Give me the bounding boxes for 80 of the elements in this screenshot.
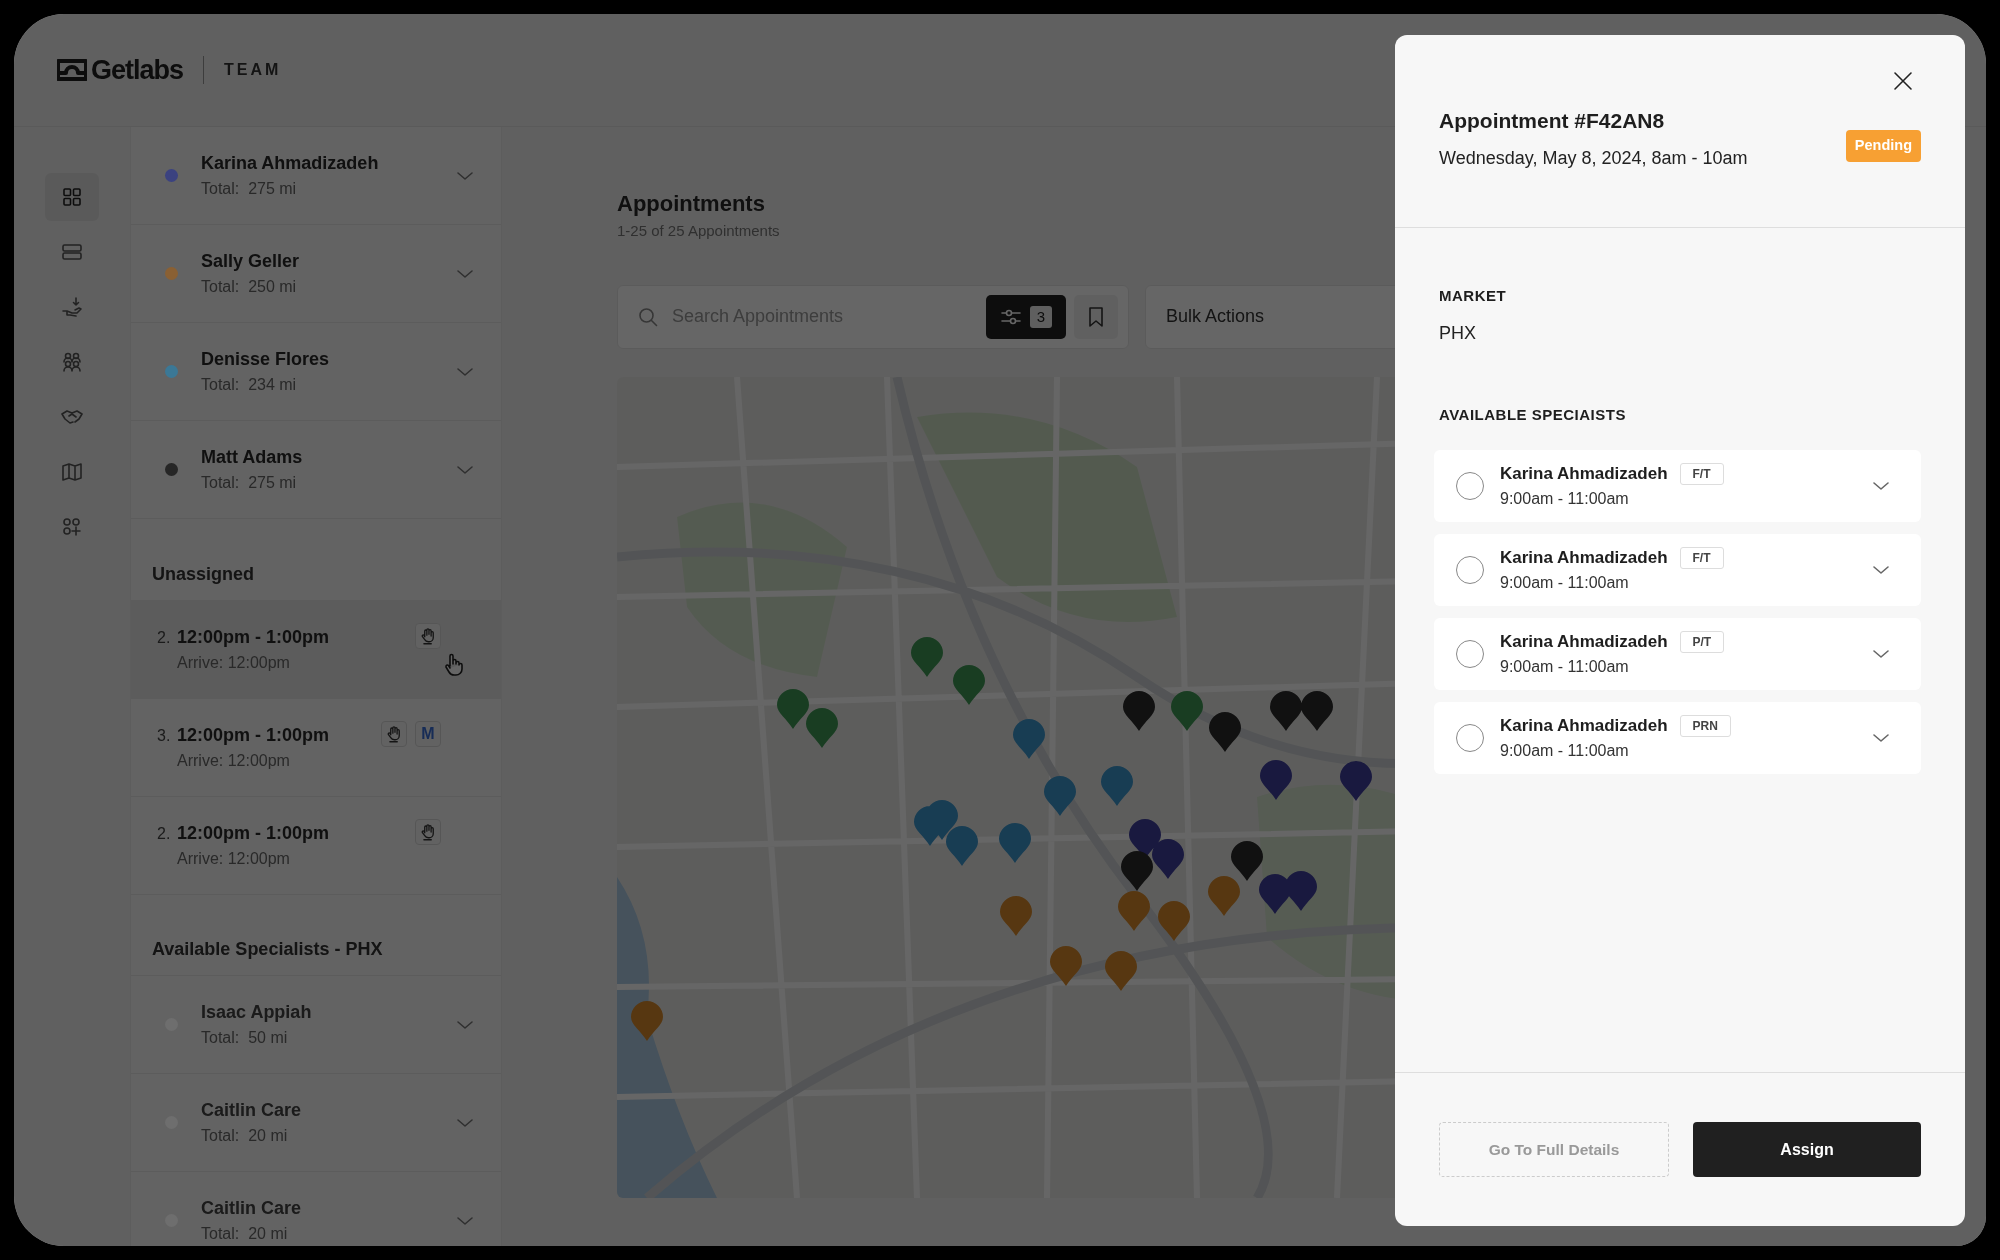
dashboard-icon: [61, 186, 83, 208]
section-heading: Available Specialists - PHX: [151, 938, 384, 961]
appointment-row[interactable]: 2. 12:00pm - 1:00pm Arrive: 12:00pm: [131, 797, 501, 895]
total-distance: Total: 234 mi: [201, 375, 298, 395]
specialist-option[interactable]: Karina Ahmadizadeh F/T 9:00am - 11:00am: [1434, 534, 1921, 606]
arrival-time: Arrive: 12:00pm: [176, 849, 291, 869]
employment-tag: P/T: [1679, 631, 1725, 653]
radio-button[interactable]: [1456, 472, 1484, 500]
specialist-name: Matt Adams: [201, 446, 304, 469]
availability-time: 9:00am - 11:00am: [1500, 572, 1630, 593]
radio-button[interactable]: [1456, 556, 1484, 584]
specialist-row[interactable]: Caitlin Care Total: 20 mi: [131, 1074, 501, 1172]
total-distance: Total: 20 mi: [201, 1224, 289, 1244]
appointment-row[interactable]: 3. 12:00pm - 1:00pm Arrive: 12:00pm M: [131, 699, 501, 797]
specialist-row[interactable]: Isaac Appiah Total: 50 mi: [131, 976, 501, 1074]
radio-button[interactable]: [1456, 724, 1484, 752]
logo-text: Getlabs: [91, 53, 184, 87]
people-icon: [61, 351, 83, 373]
field-label: AVAILABLE SPECIAISTS: [1439, 404, 1627, 425]
time-range: 12:00pm - 1:00pm: [177, 822, 330, 845]
specialist-name: Karina Ahmadizadeh: [1500, 463, 1668, 486]
availability-time: 9:00am - 11:00am: [1500, 656, 1630, 677]
hand-download-icon: [61, 296, 83, 318]
add-group-icon: [61, 516, 83, 538]
page-title: Appointments: [617, 190, 766, 218]
availability-time: 9:00am - 11:00am: [1500, 740, 1630, 761]
section-heading: Unassigned: [151, 563, 256, 586]
section-label: TEAM: [224, 60, 282, 80]
employment-tag: PRN: [1679, 715, 1731, 737]
logo-icon: [57, 59, 87, 81]
total-distance: Total: 250 mi: [201, 277, 298, 297]
search-icon: [638, 306, 658, 327]
letter-tag: M: [415, 721, 441, 747]
details-button[interactable]: Go To Full Details: [1439, 1122, 1669, 1177]
total-distance: Total: 275 mi: [201, 473, 298, 493]
bookmark-button[interactable]: [1074, 294, 1118, 339]
map-icon: [61, 461, 83, 483]
close-icon: [1891, 69, 1915, 93]
arrival-time: Arrive: 12:00pm: [176, 751, 291, 771]
radio-button[interactable]: [1456, 640, 1484, 668]
specialist-name: Karina Ahmadizadeh: [201, 152, 380, 175]
specialist-option[interactable]: Karina Ahmadizadeh PRN 9:00am - 11:00am: [1434, 702, 1921, 774]
specialist-row[interactable]: Sally Geller Total: 250 mi: [131, 225, 501, 323]
field-label: MARKET: [1439, 286, 1508, 306]
item-number: 2.: [157, 824, 172, 844]
total-distance: Total: 50 mi: [201, 1028, 289, 1048]
total-distance: Total: 275 mi: [201, 179, 298, 199]
total-distance: Total: 20 mi: [201, 1126, 289, 1146]
item-number: 2.: [157, 628, 172, 648]
nav-button[interactable]: [45, 173, 99, 221]
specialist-name: Isaac Appiah: [201, 1001, 313, 1024]
specialist-row[interactable]: Matt Adams Total: 275 mi: [131, 421, 501, 519]
specialist-option[interactable]: Karina Ahmadizadeh F/T 9:00am - 11:00am: [1434, 450, 1921, 522]
specialist-row[interactable]: Denisse Flores Total: 234 mi: [131, 323, 501, 421]
market-value: PHX: [1439, 321, 1477, 345]
specialist-name: Sally Geller: [201, 250, 301, 273]
list-icon: [61, 241, 83, 263]
specialist-option[interactable]: Karina Ahmadizadeh P/T 9:00am - 11:00am: [1434, 618, 1921, 690]
appointment-datetime: Wednesday, May 8, 2024, 8am - 10am: [1439, 146, 1749, 170]
time-range: 12:00pm - 1:00pm: [177, 626, 330, 649]
specialist-name: Caitlin Care: [201, 1099, 303, 1122]
assign-button[interactable]: Assign: [1693, 1122, 1921, 1177]
appointment-title: Appointment #F42AN8: [1439, 108, 1666, 134]
availability-time: 9:00am - 11:00am: [1500, 488, 1630, 509]
status-badge: Pending: [1845, 129, 1921, 162]
employment-tag: F/T: [1679, 463, 1724, 485]
bookmark-icon: [1087, 305, 1105, 328]
employment-tag: F/T: [1679, 547, 1724, 569]
specialist-row[interactable]: Caitlin Care Total: 20 mi: [131, 1172, 501, 1246]
filter-button[interactable]: 3: [986, 294, 1066, 339]
item-number: 3.: [157, 726, 172, 746]
filter-count: 3: [1030, 305, 1052, 328]
specialist-name: Karina Ahmadizadeh: [1500, 715, 1668, 738]
specialist-name: Caitlin Care: [201, 1197, 303, 1220]
specialist-name: Denisse Flores: [201, 348, 331, 371]
time-range: 12:00pm - 1:00pm: [177, 724, 330, 747]
specialist-name: Karina Ahmadizadeh: [1500, 631, 1668, 654]
specialist-name: Karina Ahmadizadeh: [1500, 547, 1668, 570]
pointer-cursor-icon: [443, 653, 465, 677]
specialist-row[interactable]: Karina Ahmadizadeh Total: 275 mi: [131, 127, 501, 225]
